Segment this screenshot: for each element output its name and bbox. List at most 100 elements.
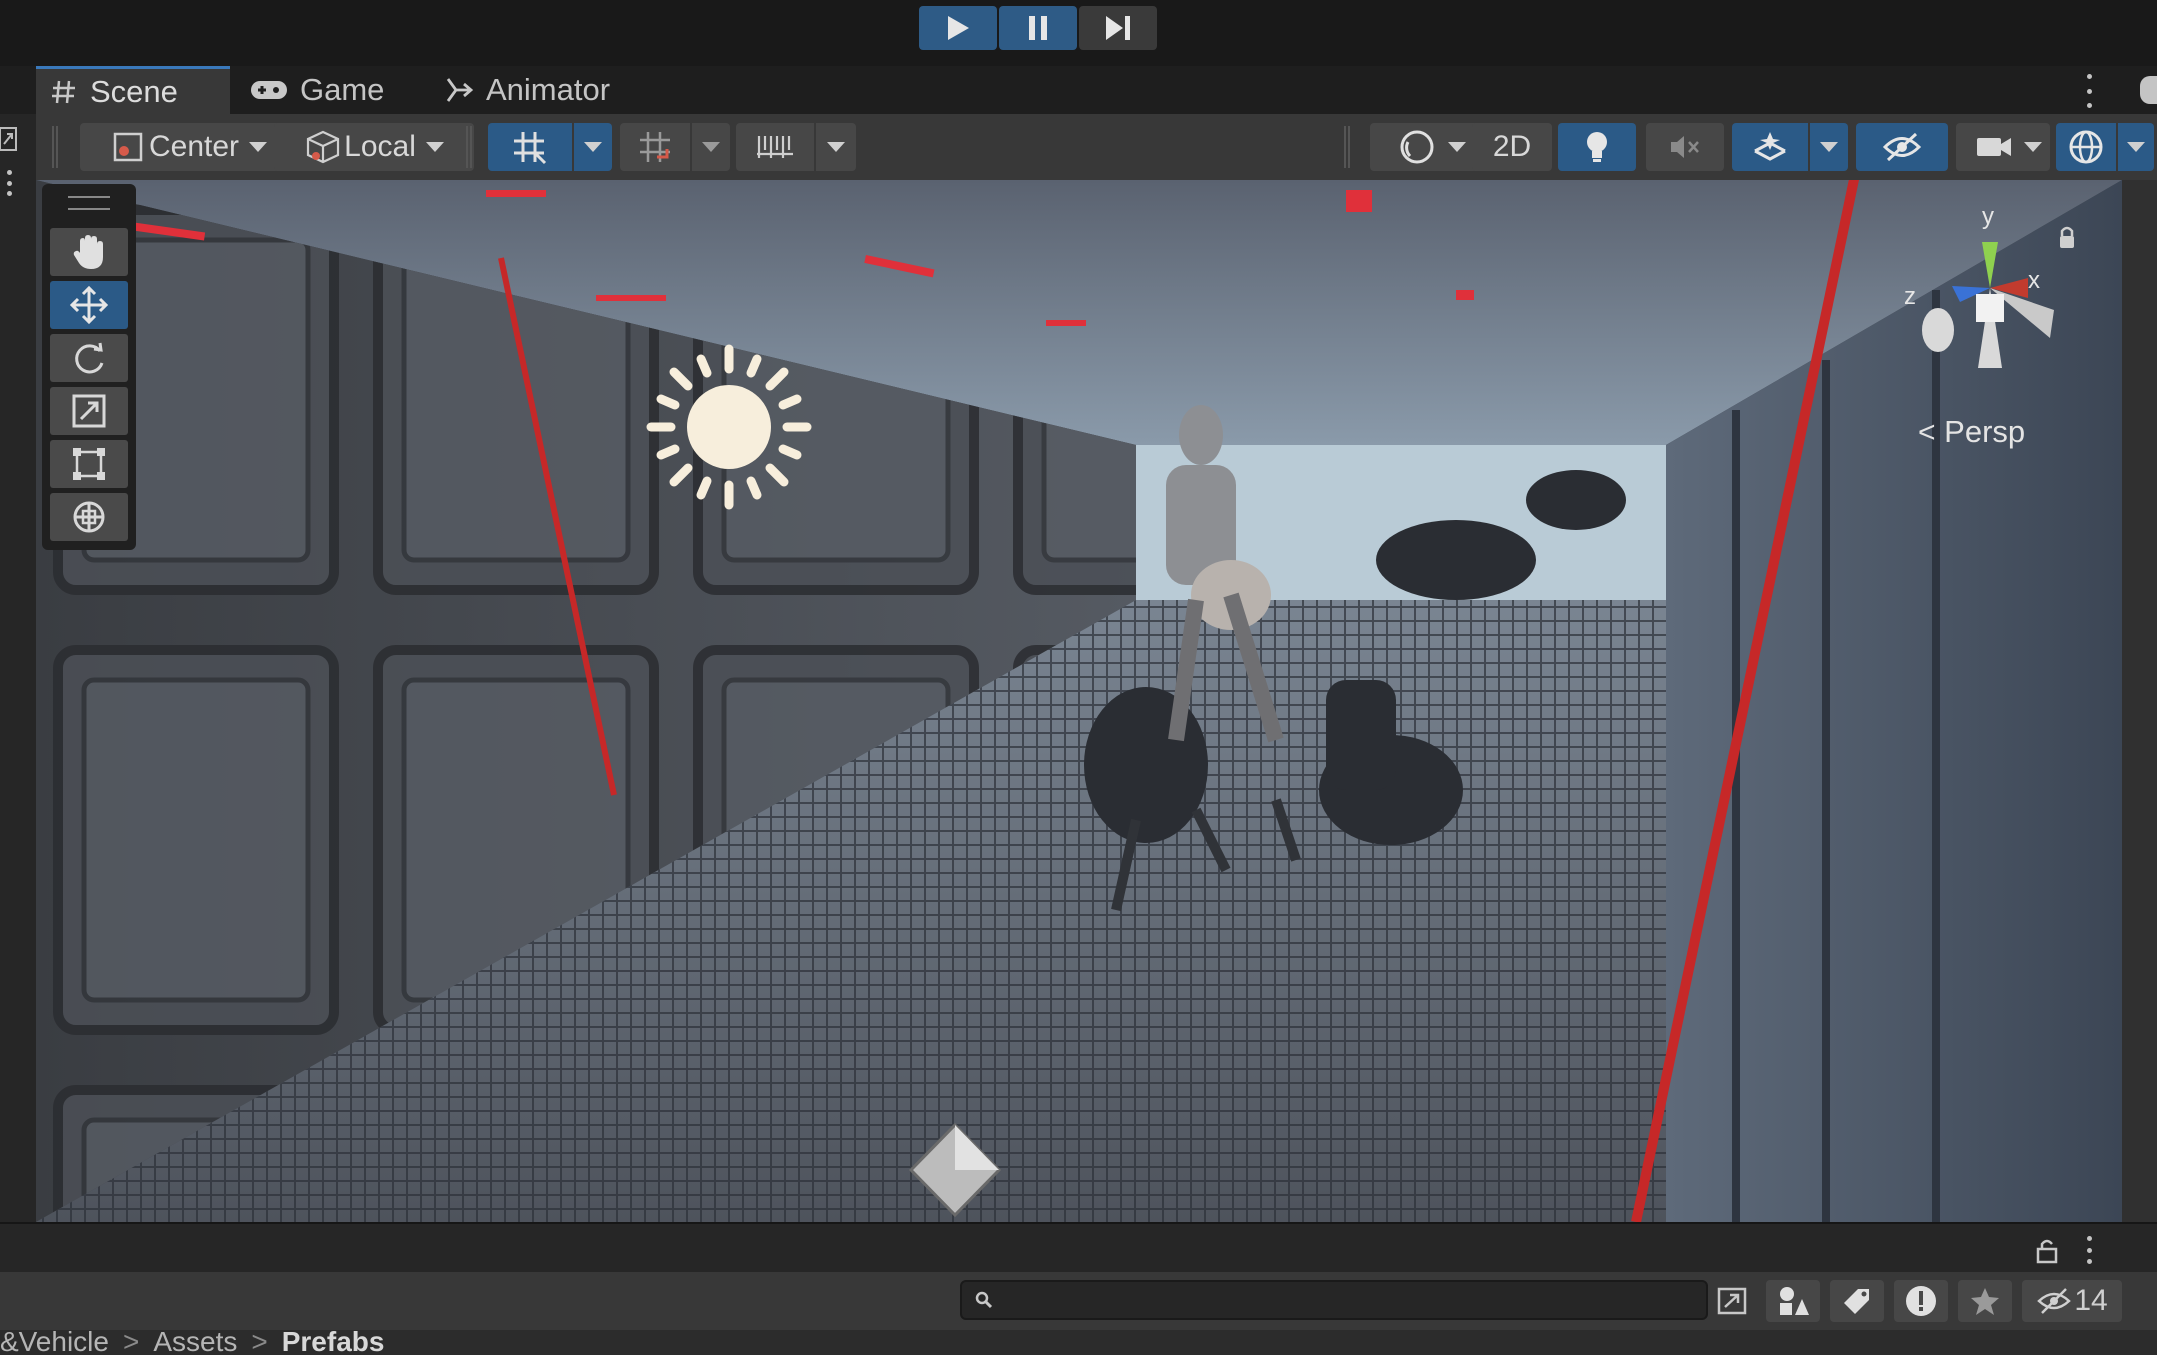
scene-audio-toggle[interactable] <box>1646 123 1724 171</box>
chevron-down-icon <box>2024 142 2042 152</box>
increment-snap-icon <box>640 132 670 162</box>
rect-transform-icon <box>73 448 105 480</box>
scene-render <box>36 180 2122 1222</box>
overlay-grip[interactable] <box>68 196 110 210</box>
toolbar-grip[interactable] <box>52 126 58 168</box>
tab-animator[interactable]: Animator <box>430 66 640 114</box>
scene-effects-dropdown[interactable] <box>1810 123 1848 171</box>
hidden-count: 14 <box>2074 1284 2108 1317</box>
search-input[interactable] <box>960 1280 1708 1320</box>
space-mode-dropdown[interactable]: Local <box>274 123 474 171</box>
kebab-icon <box>2082 74 2096 108</box>
rect-tool-button[interactable] <box>50 440 128 488</box>
layers-effects-icon <box>1754 132 1786 161</box>
2d-mode-toggle[interactable]: 2D <box>1472 123 1552 171</box>
tab-scene[interactable]: Scene <box>36 66 230 114</box>
lock-icon <box>2060 236 2074 248</box>
grid-snap-icon <box>514 132 547 165</box>
tab-label: Game <box>300 72 385 107</box>
panel-menu-button[interactable] <box>2082 74 2096 108</box>
increment-snap-dropdown[interactable] <box>692 123 730 171</box>
scene-viewport[interactable] <box>36 180 2122 1222</box>
right-panel-edge <box>2122 76 2157 1222</box>
filter-log-button[interactable] <box>1894 1280 1948 1322</box>
step-button[interactable] <box>1079 6 1157 50</box>
eye-hidden-icon <box>2037 1288 2072 1314</box>
breadcrumb: &Vehicle > Assets > Prefabs <box>0 1330 2157 1355</box>
chevron-right-icon: > <box>122 1330 140 1355</box>
z-axis-label: z <box>1904 283 1916 310</box>
scene-camera-dropdown[interactable] <box>2016 123 2050 171</box>
transform-tool-button[interactable] <box>50 493 128 541</box>
move-tool-button[interactable] <box>50 281 128 329</box>
gizmo-globe-icon <box>2069 130 2103 164</box>
search-by-type-button[interactable] <box>1712 1280 1752 1322</box>
tab-label: Scene <box>90 73 178 109</box>
scale-tool-button[interactable] <box>50 387 128 435</box>
cube-icon <box>307 130 340 164</box>
chevron-down-icon <box>1448 142 1466 152</box>
search-icon <box>975 1291 993 1309</box>
toolbar-separator <box>466 126 472 168</box>
kebab-icon <box>2086 1236 2092 1264</box>
audio-muted-icon <box>1671 136 1699 158</box>
scene-lighting-toggle[interactable] <box>1558 123 1636 171</box>
left-panel-menu-2[interactable] <box>6 170 12 196</box>
tab-game[interactable]: Game <box>236 66 406 114</box>
breadcrumb-item[interactable]: Assets <box>153 1330 237 1355</box>
grid-snap-toggle[interactable] <box>488 123 572 171</box>
hidden-packages-toggle[interactable]: 14 <box>2022 1280 2122 1322</box>
orientation-gizmo[interactable]: y x z <box>1900 200 2080 390</box>
hash-icon <box>52 80 75 103</box>
2d-mode-label: 2D <box>1492 130 1532 163</box>
gizmos-dropdown[interactable] <box>2118 123 2154 171</box>
projection-label: Persp <box>1944 414 2026 449</box>
chevron-down-icon <box>249 142 268 152</box>
move-arrows-icon <box>69 285 109 325</box>
breadcrumb-item[interactable]: &Vehicle <box>0 1330 109 1355</box>
pivot-icon <box>113 132 143 162</box>
chevron-down-icon <box>1820 142 1838 152</box>
gizmos-toggle[interactable] <box>2056 123 2116 171</box>
maximize-icon[interactable] <box>0 124 20 154</box>
warning-circle-icon <box>1906 1286 1936 1316</box>
pivot-mode-dropdown[interactable]: Center <box>80 123 298 171</box>
increment-snap-toggle[interactable] <box>620 123 690 171</box>
bottom-panel-menu[interactable] <box>2086 1236 2092 1264</box>
chevron-down-icon <box>2127 142 2145 152</box>
grid-visibility-toggle[interactable] <box>736 123 814 171</box>
expand-search-icon <box>1717 1287 1747 1315</box>
filter-by-label-button[interactable] <box>1830 1280 1884 1322</box>
hand-tool-button[interactable] <box>50 228 128 276</box>
scene-visibility-toggle[interactable] <box>1856 123 1948 171</box>
collapse-handle[interactable] <box>2140 76 2157 104</box>
breadcrumb-item-current[interactable]: Prefabs <box>282 1330 385 1355</box>
grid-visibility-dropdown[interactable] <box>816 123 856 171</box>
tag-icon <box>1844 1289 1869 1314</box>
favorites-button[interactable] <box>1958 1280 2012 1322</box>
animator-icon <box>446 78 474 102</box>
scene-effects-toggle[interactable] <box>1732 123 1808 171</box>
tools-overlay <box>42 184 136 550</box>
projection-toggle[interactable]: < Persp <box>1918 414 2025 450</box>
play-button[interactable] <box>919 6 997 50</box>
shaded-sphere-icon <box>1400 130 1434 164</box>
eye-hidden-icon <box>1882 132 1922 162</box>
lightbulb-icon <box>1587 132 1607 162</box>
lock-icon[interactable] <box>2036 1238 2058 1264</box>
bottom-panel-header <box>0 1222 2157 1274</box>
pivot-mode-label: Center <box>148 130 240 163</box>
chevron-down-icon <box>584 142 602 152</box>
left-panel-edge <box>0 66 36 1222</box>
pause-button[interactable] <box>999 6 1077 50</box>
step-icon <box>1106 16 1130 40</box>
rotate-tool-button[interactable] <box>50 334 128 382</box>
chevron-down-icon <box>702 142 720 152</box>
star-icon <box>1971 1288 1999 1315</box>
tab-strip: Scene Game Animator <box>0 66 2157 114</box>
grid-snap-dropdown[interactable] <box>574 123 612 171</box>
pause-icon <box>1029 16 1047 40</box>
filter-by-type-button[interactable] <box>1766 1280 1820 1322</box>
ruler-icon <box>757 136 793 158</box>
gamepad-icon <box>251 81 287 99</box>
